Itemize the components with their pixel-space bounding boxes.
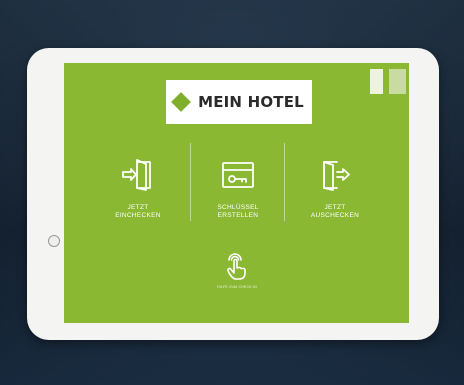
door-enter-icon [122, 159, 151, 191]
touch-hand-icon [227, 253, 246, 280]
checkin-button[interactable]: JETZT EINCHECKEN [90, 158, 186, 220]
door-exit-icon [323, 161, 350, 191]
kiosk-screen: MEIN HOTEL JETZT EINCHECKEN SCHLÜSSEL ER… [64, 63, 409, 323]
help-label: HILFE ZUM CHECK-IN [217, 285, 257, 289]
checkout-label: JETZT AUSCHECKEN [310, 204, 360, 219]
hotel-logo: MEIN HOTEL [166, 80, 312, 124]
checkout-button[interactable]: JETZT AUSCHECKEN [287, 158, 383, 220]
logo-text: MEIN HOTEL [198, 93, 304, 111]
create-key-label: SCHLÜSSEL ERSTELLEN [217, 204, 259, 219]
language-button-1[interactable] [370, 69, 383, 94]
diamond-icon [171, 92, 191, 112]
create-key-button[interactable]: SCHLÜSSEL ERSTELLEN [190, 158, 286, 220]
keycard-icon [222, 162, 254, 188]
home-button[interactable] [48, 235, 60, 247]
checkin-label: JETZT EINCHECKEN [115, 204, 161, 219]
language-button-2[interactable] [389, 69, 406, 94]
help-button[interactable]: HILFE ZUM CHECK-IN [182, 251, 292, 289]
